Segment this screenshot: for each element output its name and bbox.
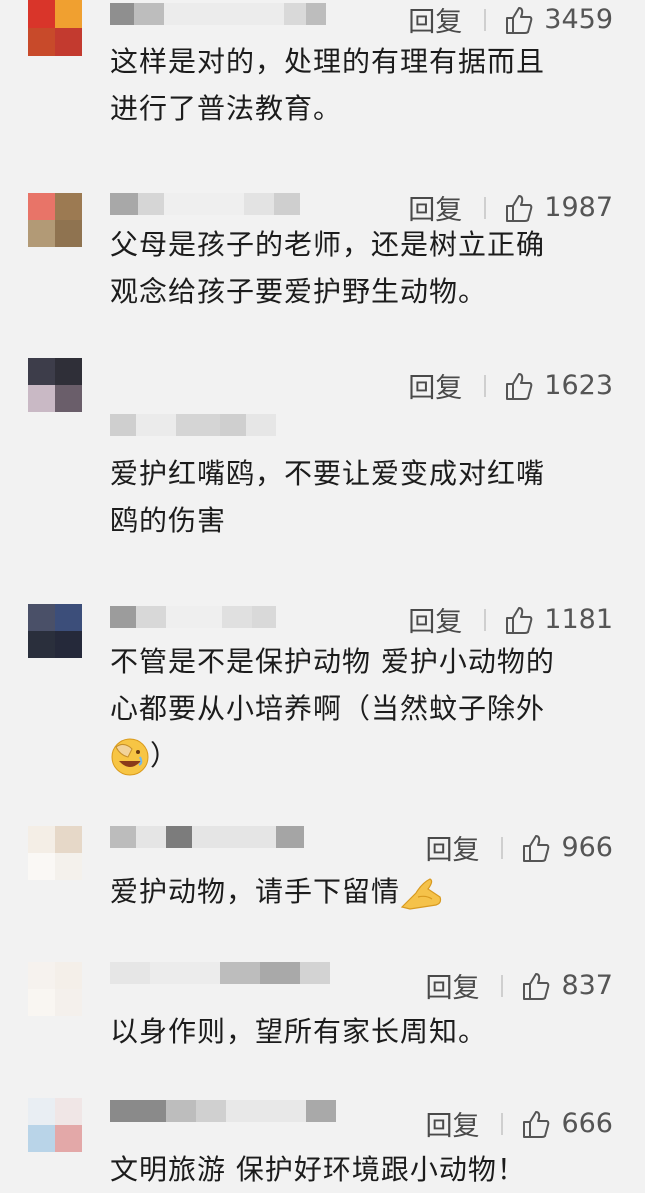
avatar-tile	[28, 1125, 55, 1152]
comment-line: 文明旅游 保护好环境跟小动物！	[110, 1153, 526, 1186]
thumbs-up-icon[interactable]	[504, 605, 534, 635]
username-blurred[interactable]	[110, 962, 330, 984]
comment-line: 观念给孩子要爱护野生动物。	[110, 275, 488, 308]
comment-line-with-emoji: ）	[110, 732, 620, 779]
comment-line-text: 爱护动物，请手下留情	[110, 875, 401, 908]
divider	[484, 608, 487, 631]
avatar[interactable]	[28, 826, 82, 880]
thumbs-up-icon[interactable]	[521, 1109, 551, 1139]
avatar-tile	[55, 193, 82, 220]
avatar-tile	[55, 631, 82, 658]
comment-line: 父母是孩子的老师，还是树立正确	[110, 228, 546, 261]
username-blurred[interactable]	[110, 3, 326, 25]
username-blurred[interactable]	[110, 606, 276, 628]
comment-line: 鸥的伤害	[110, 504, 227, 537]
comment-line: 以身作则，望所有家长周知。	[110, 1015, 488, 1048]
avatar-tile	[28, 631, 55, 658]
username-blurred[interactable]	[110, 1100, 336, 1122]
reply-button[interactable]: 回复	[408, 600, 462, 639]
comment-text: 爱护动物，请手下留情	[110, 868, 620, 915]
avatar-tile	[28, 385, 55, 412]
avatar[interactable]	[28, 962, 82, 1016]
username-blurred[interactable]	[110, 826, 304, 848]
thumbs-up-icon[interactable]	[521, 833, 551, 863]
avatar-tile	[28, 962, 55, 989]
avatar-tile	[28, 28, 55, 56]
comment-line: 爱护红嘴鸥，不要让爱变成对红嘴	[110, 457, 546, 490]
comment-actions: 回复 966	[425, 828, 613, 867]
like-count: 1623	[544, 370, 613, 401]
username-blurred[interactable]	[110, 414, 276, 436]
avatar-tile	[55, 826, 82, 853]
comment-line: 进行了普法教育。	[110, 92, 343, 125]
like-count: 666	[561, 1108, 613, 1139]
like-count: 1181	[544, 604, 613, 635]
avatar[interactable]	[28, 193, 82, 247]
thumbs-up-icon[interactable]	[504, 5, 534, 35]
comment-actions: 回复 666	[425, 1104, 613, 1143]
avatar-tile	[55, 220, 82, 247]
avatar-tile	[28, 826, 55, 853]
avatar-tile	[28, 989, 55, 1016]
comment-text: 不管是不是保护动物 爱护小动物的 心都要从小培养啊（当然蚊子除外 ）	[110, 638, 620, 779]
avatar[interactable]	[28, 1098, 82, 1152]
divider	[501, 836, 504, 859]
pinched-hand-emoji-icon	[400, 878, 442, 910]
comment-text: 爱护红嘴鸥，不要让爱变成对红嘴 鸥的伤害	[110, 450, 620, 544]
thumbs-up-icon[interactable]	[504, 193, 534, 223]
avatar-tile	[55, 0, 82, 28]
comment-actions: 回复 1623	[408, 366, 613, 405]
comment-actions: 回复 3459	[408, 0, 613, 39]
avatar[interactable]	[28, 604, 82, 658]
like-count: 837	[561, 970, 613, 1001]
avatar-tile	[28, 220, 55, 247]
comment-line: 爱护动物，请手下留情	[110, 868, 620, 915]
like-count: 1987	[544, 192, 613, 223]
divider	[484, 374, 487, 397]
avatar-tile	[55, 989, 82, 1016]
divider	[501, 1112, 504, 1135]
comment-line: 这样是对的，处理的有理有据而且	[110, 45, 546, 78]
comment-line-tail: ）	[150, 739, 180, 772]
avatar-tile	[55, 28, 82, 56]
avatar-tile	[28, 193, 55, 220]
avatar[interactable]	[28, 358, 82, 412]
like-count: 966	[561, 832, 613, 863]
facepalm-emoji-icon	[111, 738, 149, 776]
like-count: 3459	[544, 4, 613, 35]
avatar-tile	[55, 385, 82, 412]
comment-line: 心都要从小培养啊（当然蚊子除外	[110, 692, 546, 725]
divider	[501, 974, 504, 997]
divider	[484, 8, 487, 31]
avatar-tile	[28, 853, 55, 880]
thumbs-up-icon[interactable]	[521, 971, 551, 1001]
avatar-tile	[28, 604, 55, 631]
avatar-tile	[28, 358, 55, 385]
reply-button[interactable]: 回复	[425, 966, 479, 1005]
reply-button[interactable]: 回复	[408, 0, 462, 39]
avatar-tile	[28, 1098, 55, 1125]
divider	[484, 196, 487, 219]
avatar-tile	[55, 1125, 82, 1152]
reply-button[interactable]: 回复	[425, 828, 479, 867]
comment-text: 父母是孩子的老师，还是树立正确 观念给孩子要爱护野生动物。	[110, 221, 620, 315]
comment-text: 文明旅游 保护好环境跟小动物！	[110, 1146, 620, 1193]
reply-button[interactable]: 回复	[408, 366, 462, 405]
comment-text: 以身作则，望所有家长周知。	[110, 1008, 620, 1055]
avatar-tile	[55, 1098, 82, 1125]
thumbs-up-icon[interactable]	[504, 371, 534, 401]
avatar-tile	[55, 604, 82, 631]
comment-actions: 回复 837	[425, 966, 613, 1005]
avatar-tile	[55, 358, 82, 385]
avatar-tile	[28, 0, 55, 28]
comment-text: 这样是对的，处理的有理有据而且 进行了普法教育。	[110, 38, 620, 132]
avatar[interactable]	[28, 0, 82, 56]
avatar-tile	[55, 853, 82, 880]
comment-actions: 回复 1181	[408, 600, 613, 639]
reply-button[interactable]: 回复	[425, 1104, 479, 1143]
comment-line: 不管是不是保护动物 爱护小动物的	[110, 645, 555, 678]
username-blurred[interactable]	[110, 193, 300, 215]
avatar-tile	[55, 962, 82, 989]
